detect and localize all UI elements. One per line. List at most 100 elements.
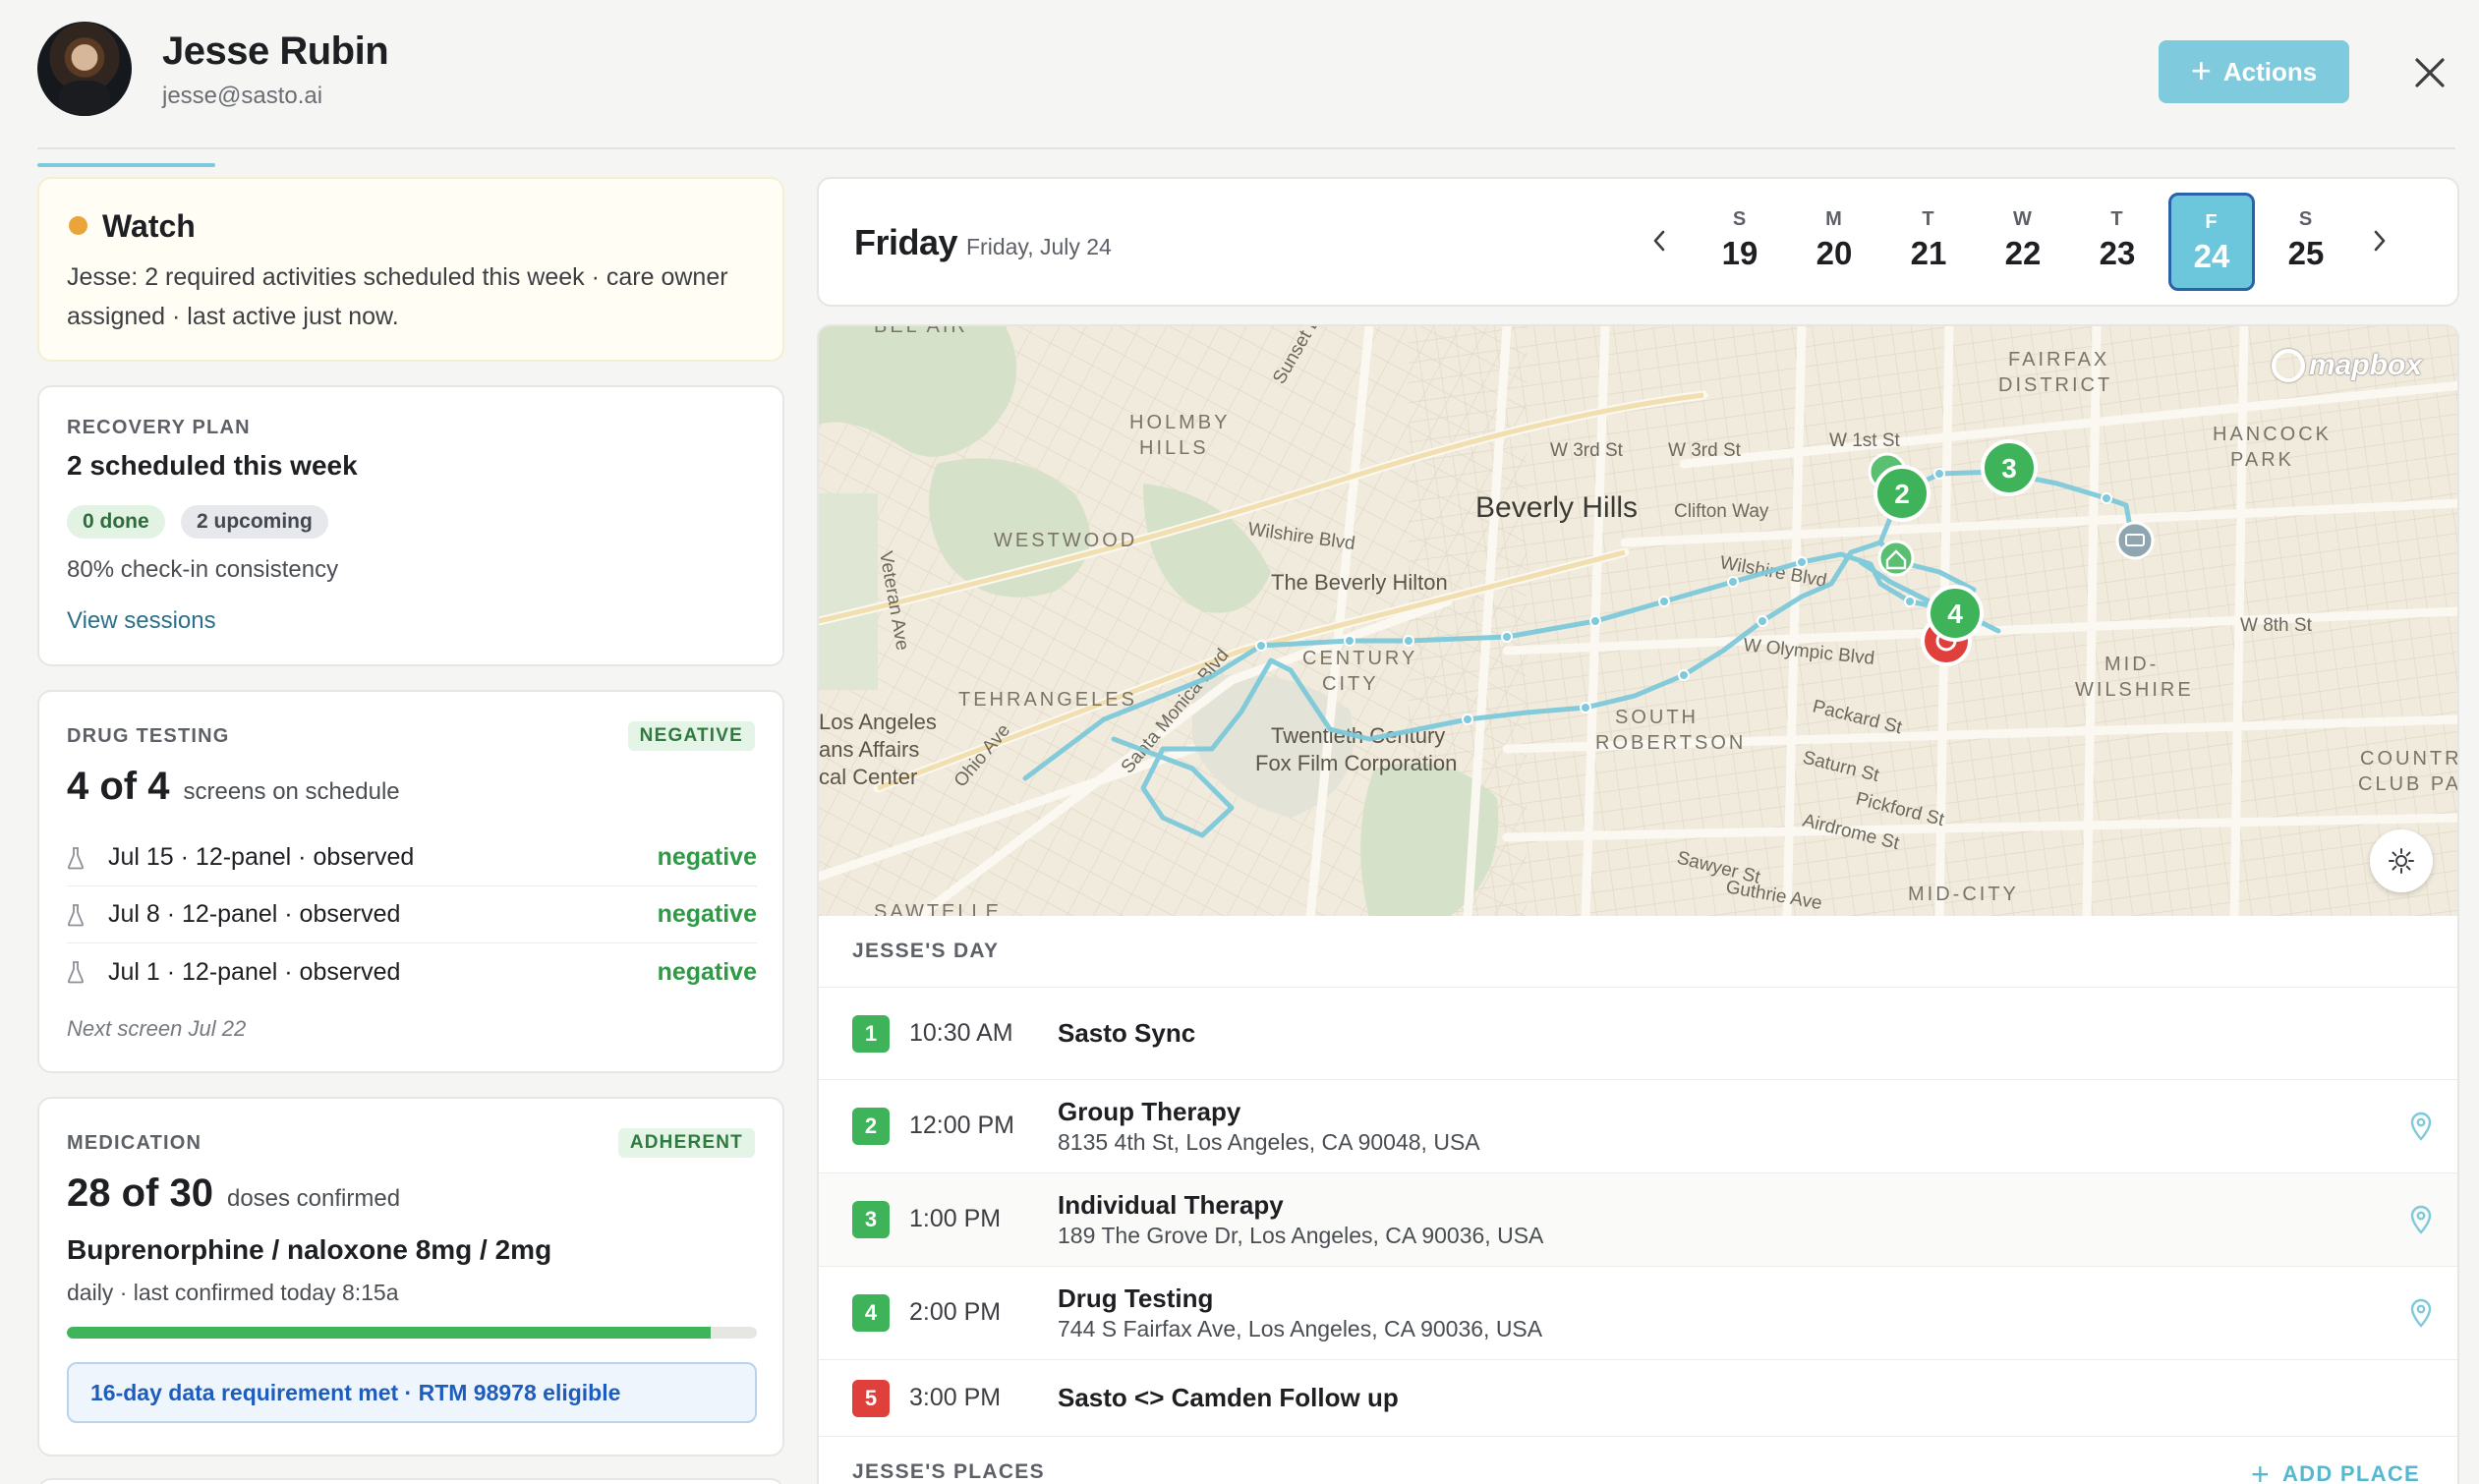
active-tab-indicator	[37, 163, 215, 167]
map-label-va: Los Angeles	[819, 710, 937, 734]
day-cell[interactable]: S 25	[2263, 193, 2349, 291]
map-label-district: DISTRICT	[1998, 374, 2112, 396]
day-letter: T	[1922, 208, 1935, 230]
jesses-places-title: JESSE'S PLACES	[852, 1460, 1045, 1483]
full-date: Friday, July 24	[966, 234, 1112, 259]
activity-address: 744 S Fairfax Ave, Los Angeles, CA 90036…	[1058, 1316, 1543, 1341]
map-label-robertson: ROBERTSON	[1595, 732, 1746, 754]
map-marker-2[interactable]: 2	[1874, 465, 1931, 522]
add-place-label: ADD PLACE	[2281, 1461, 2420, 1484]
map-pin-icon	[2410, 1298, 2432, 1328]
map-label-wilshire: WILSHIRE	[2075, 679, 2194, 701]
activity-title: Group Therapy	[1058, 1097, 1241, 1126]
test-result: negative	[657, 957, 757, 986]
activity-row[interactable]: 2 12:00 PM Group Therapy 8135 4th St, Lo…	[819, 1079, 2457, 1172]
map-label-fairfax: FAIRFAX	[2008, 349, 2109, 371]
day-selector: Friday Friday, July 24 S 19 M 20 T 21 W 22 T…	[817, 177, 2459, 307]
dose-count-sub: doses confirmed	[226, 1185, 401, 1212]
dose-schedule: daily · last confirmed today 8:15a	[67, 1280, 399, 1305]
watch-title: Watch	[102, 208, 196, 244]
prev-week-button[interactable]	[1635, 216, 1684, 265]
status-badge: ADHERENT	[617, 1128, 755, 1158]
map-label-century: CENTURY	[1302, 648, 1417, 669]
activity-row[interactable]: 5 3:00 PM Sasto <> Camden Follow up	[819, 1359, 2457, 1436]
adherence-progress	[67, 1327, 757, 1339]
test-result: negative	[657, 900, 757, 928]
activity-address: 189 The Grove Dr, Los Angeles, CA 90036,…	[1058, 1223, 1544, 1248]
day-number: 24	[2193, 238, 2230, 274]
actions-button[interactable]: + Actions	[2159, 40, 2349, 103]
activity-time: 3:00 PM	[909, 1384, 1002, 1411]
map-label-mid: MID-	[2104, 654, 2159, 675]
map-label-w8th: W 8th St	[2240, 615, 2313, 636]
day-cell[interactable]: M 20	[1791, 193, 1877, 291]
map-marker-place[interactable]	[2115, 521, 2155, 560]
map-marker-3[interactable]: 3	[1981, 439, 2038, 496]
drug-testing-card: DRUG TESTING NEGATIVE 4 of 4 screens on s…	[37, 690, 784, 1073]
next-screen: Next screen Jul 22	[67, 1016, 247, 1041]
next-week-button[interactable]	[2355, 216, 2404, 265]
map-label-va3: cal Center	[819, 765, 917, 789]
close-icon	[2415, 58, 2445, 87]
map-marker-4[interactable]: 4	[1927, 585, 1984, 642]
sun-icon	[2389, 848, 2414, 874]
screen-count-value: 4 of 4	[67, 765, 170, 808]
day-number: 20	[1816, 235, 1853, 271]
day-number: 25	[2287, 235, 2325, 271]
map-label-club: CLUB PA	[2358, 773, 2459, 795]
activity-row[interactable]: 1 10:30 AM Sasto Sync	[819, 987, 2457, 1079]
map-label-mid-city: MID-CITY	[1908, 884, 2019, 905]
map-style-button[interactable]	[2370, 829, 2433, 892]
day-cell-selected[interactable]: F 24	[2168, 193, 2255, 291]
chevron-left-icon	[1653, 230, 1665, 252]
location-pin-button[interactable]	[2401, 1107, 2441, 1146]
activity-time: 12:00 PM	[909, 1112, 1015, 1139]
drug-name: Buprenorphine / naloxone 8mg / 2mg	[67, 1234, 552, 1265]
day-letter: S	[1732, 208, 1748, 230]
jesses-day-title: JESSE'S DAY	[852, 940, 1000, 962]
test-label: Jul 8 · 12-panel · observed	[108, 900, 401, 928]
close-button[interactable]	[2400, 43, 2459, 102]
actions-label: Actions	[2222, 56, 2318, 86]
map-label-hills: HILLS	[1139, 437, 1209, 459]
day-cell[interactable]: S 19	[1697, 193, 1783, 291]
checkin-consistency: 80% check-in consistency	[67, 556, 339, 583]
flask-icon	[67, 903, 85, 926]
map-label-fox2: Fox Film Corporation	[1255, 751, 1457, 775]
activity-row[interactable]: 3 1:00 PM Individual Therapy 189 The Gro…	[819, 1172, 2457, 1266]
activity-row[interactable]: 4 2:00 PM Drug Testing 744 S Fairfax Ave…	[819, 1266, 2457, 1359]
watch-text: Jesse: 2 required activities scheduled t…	[67, 263, 728, 330]
marker-label: 3	[2001, 453, 2017, 484]
activity-time: 1:00 PM	[909, 1205, 1002, 1232]
avatar	[37, 22, 132, 116]
add-place-button[interactable]: + ADD PLACE	[2251, 1458, 2420, 1484]
view-sessions-link[interactable]: View sessions	[67, 607, 216, 635]
day-cell[interactable]: T 21	[1885, 193, 1972, 291]
rtm-eligibility-banner: 16-day data requirement met · RTM 98978 …	[67, 1362, 757, 1423]
day-cell[interactable]: W 22	[1980, 193, 2066, 291]
profile-header: Jesse Rubin jesse@sasto.ai + Actions	[37, 22, 2455, 120]
activity-address: 8135 4th St, Los Angeles, CA 90048, USA	[1058, 1129, 1480, 1155]
day-number: 23	[2099, 235, 2136, 271]
day-cell[interactable]: T 23	[2074, 193, 2161, 291]
location-pin-button[interactable]	[2401, 1293, 2441, 1333]
chevron-right-icon	[2374, 230, 2386, 252]
location-pin-button[interactable]	[2401, 1200, 2441, 1239]
day-number: 19	[1721, 235, 1758, 271]
recovery-plan-card: RECOVERY PLAN 2 scheduled this week 0 do…	[37, 385, 784, 666]
map-label-tehrangeles: TEHRANGELES	[958, 689, 1137, 711]
flask-icon	[67, 846, 85, 869]
activity-title: Individual Therapy	[1058, 1190, 1284, 1220]
map-label-countr: COUNTR	[2360, 748, 2459, 770]
map-label-holmby: HOLMBY	[1129, 412, 1230, 433]
map-pin-icon	[2410, 1112, 2432, 1141]
map-marker-home[interactable]	[1877, 540, 1915, 577]
day-letter: T	[2110, 208, 2124, 230]
activity-title: Drug Testing	[1058, 1284, 1214, 1313]
next-card	[37, 1478, 784, 1484]
map-label-sawtelle: SAWTELLE	[874, 901, 1002, 916]
mapbox-logo: mapbox	[2272, 346, 2422, 385]
places-header: JESSE'S PLACES + ADD PLACE	[819, 1436, 2457, 1484]
day-name: Friday	[854, 222, 958, 262]
route-map[interactable]: BEL AIR HOLMBY HILLS WESTWOOD CENTURY CI…	[817, 324, 2459, 916]
